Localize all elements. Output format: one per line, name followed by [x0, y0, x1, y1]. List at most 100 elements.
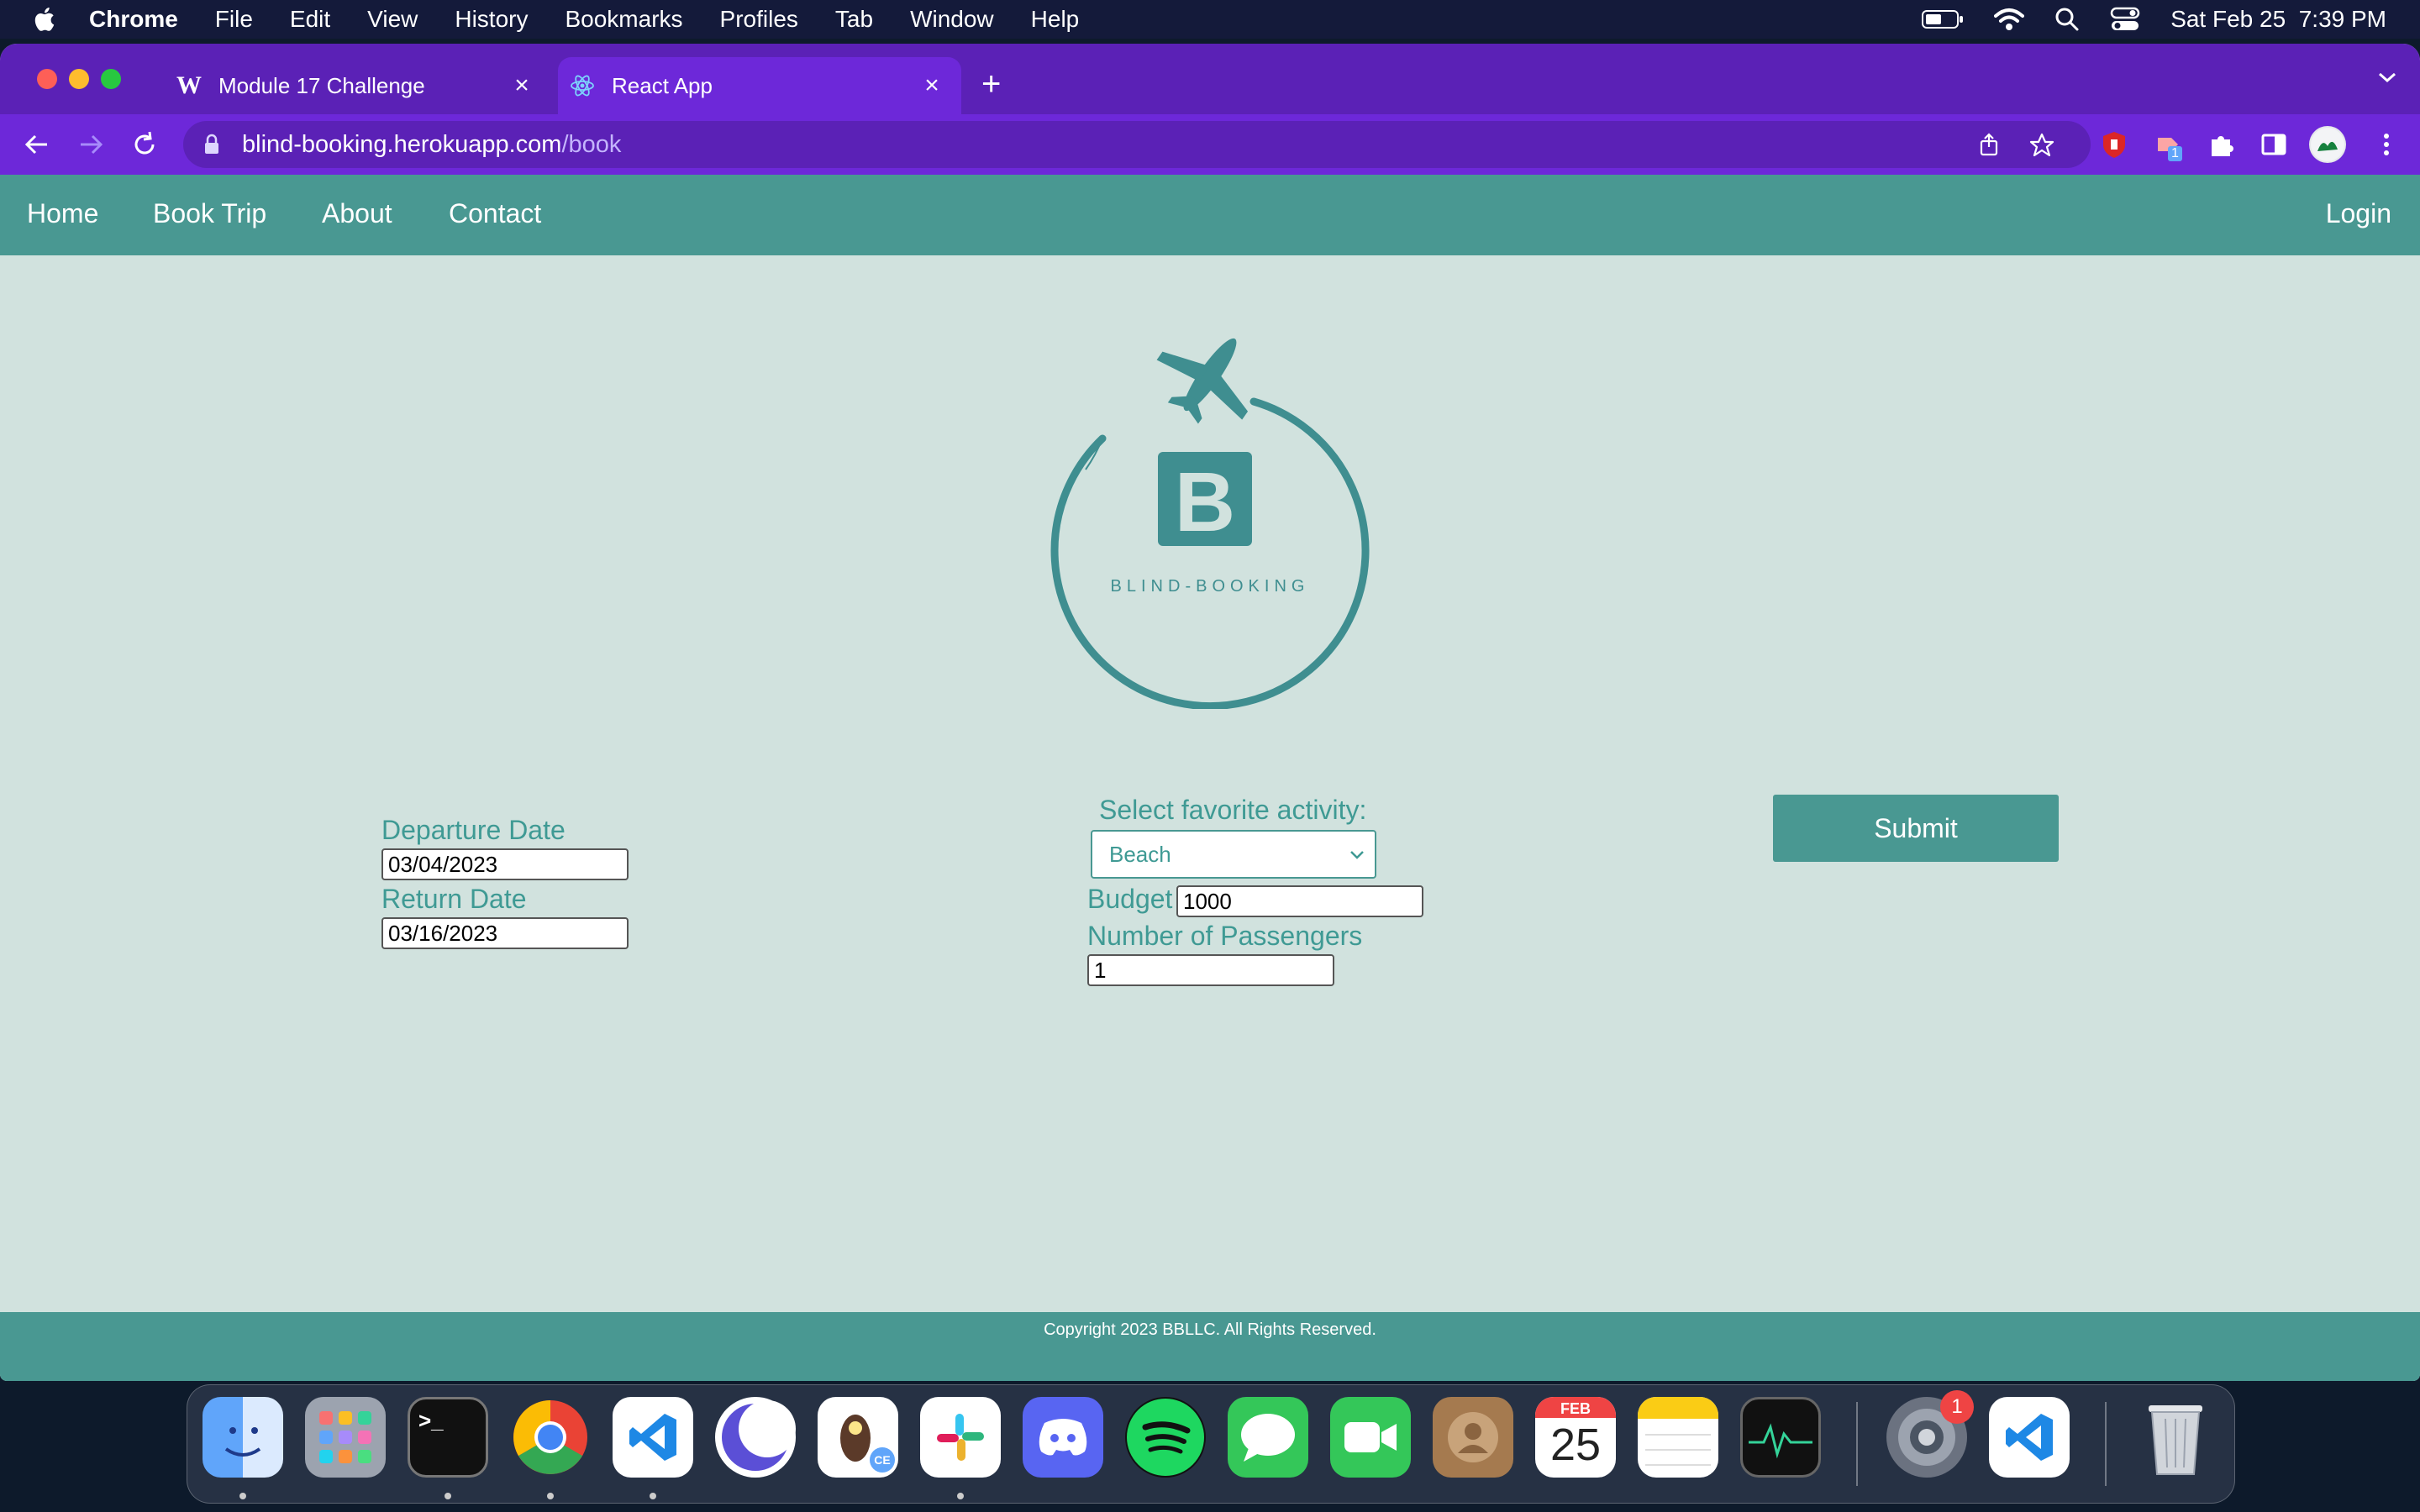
tab-close-icon[interactable]: × [509, 71, 534, 100]
extension-with-badge-icon[interactable]: 1 [2153, 129, 2183, 161]
nav-about-link[interactable]: About [322, 198, 392, 229]
budget-input[interactable] [1176, 885, 1423, 917]
zoom-window-button[interactable] [101, 69, 121, 89]
battery-icon[interactable] [1922, 8, 1964, 30]
dock-running-indicator [650, 1493, 656, 1499]
url-host: blind-booking.herokuapp.com [242, 130, 562, 158]
tab-title: React App [612, 72, 713, 98]
vscode-icon[interactable] [1989, 1397, 2070, 1478]
passengers-label: Number of Passengers [1087, 921, 1363, 951]
menu-profiles[interactable]: Profiles [720, 6, 798, 33]
bookmark-star-icon[interactable] [2028, 132, 2055, 159]
new-tab-button[interactable]: + [981, 67, 1001, 101]
departure-date-input[interactable] [381, 848, 629, 880]
menu-window[interactable]: Window [910, 6, 994, 33]
trash-icon[interactable] [2135, 1397, 2216, 1478]
menubar-status-area: Sat Feb 25 7:39 PM [1922, 0, 2386, 39]
facetime-icon[interactable] [1330, 1397, 1411, 1478]
tableplus-icon[interactable]: CE [818, 1397, 898, 1478]
nav-book-trip-link[interactable]: Book Trip [153, 198, 266, 229]
calendar-icon[interactable]: FEB 25 [1535, 1397, 1616, 1478]
submit-button[interactable]: Submit [1773, 795, 2059, 862]
site-footer: Copyright 2023 BBLLC. All Rights Reserve… [0, 1312, 2420, 1381]
tableplus-badge: CE [870, 1447, 895, 1473]
slack-icon[interactable] [920, 1397, 1001, 1478]
return-date-label: Return Date [381, 884, 527, 914]
chrome-icon[interactable] [510, 1397, 591, 1478]
share-icon[interactable] [1976, 132, 2002, 157]
discord-icon[interactable] [1023, 1397, 1103, 1478]
wifi-icon[interactable] [1994, 8, 2025, 31]
kebab-menu-icon[interactable] [2371, 129, 2402, 160]
menubar-app-name[interactable]: Chrome [89, 6, 178, 33]
dock-separator [1856, 1402, 1858, 1486]
puzzle-extensions-icon[interactable] [2207, 129, 2237, 160]
close-window-button[interactable] [37, 69, 57, 89]
wikipedia-favicon: W [176, 71, 202, 99]
booking-page: B BLIND-BOOKING Departure Date Return Da… [0, 255, 2420, 1356]
messages-icon[interactable] [1228, 1397, 1308, 1478]
control-center-icon[interactable] [2110, 7, 2140, 32]
notes-icon[interactable] [1638, 1397, 1718, 1478]
tab-strip: W Module 17 Challenge × React App × + [0, 44, 2420, 114]
finder-icon[interactable] [203, 1397, 283, 1478]
terminal-prompt: >_ [418, 1408, 444, 1433]
tab-title: Module 17 Challenge [218, 72, 425, 98]
site-navbar: Home Book Trip About Contact Login [0, 175, 2420, 255]
activity-label: Select favorite activity: [1099, 795, 1367, 825]
tab-module-17-challenge[interactable]: W Module 17 Challenge × [165, 57, 551, 114]
vscode-icon[interactable] [613, 1397, 693, 1478]
profile-avatar[interactable] [2309, 126, 2346, 163]
apple-icon[interactable] [30, 4, 60, 34]
moon-app-icon[interactable] [715, 1397, 796, 1478]
menu-history[interactable]: History [455, 6, 528, 33]
search-icon[interactable] [2054, 7, 2080, 32]
dock-running-indicator [445, 1493, 451, 1499]
dock-running-indicator [239, 1493, 246, 1499]
menu-bookmarks[interactable]: Bookmarks [565, 6, 682, 33]
address-bar[interactable]: blind-booking.herokuapp.com /book [183, 121, 2091, 168]
macos-dock: >_ CE FEB 25 1 [187, 1384, 2235, 1504]
blind-booking-logo: B BLIND-BOOKING [1034, 323, 1386, 711]
minimize-window-button[interactable] [69, 69, 89, 89]
forward-arrow-icon[interactable] [76, 129, 106, 160]
calendar-month: FEB [1535, 1397, 1616, 1418]
tab-close-icon[interactable]: × [919, 71, 944, 100]
spotify-icon[interactable] [1125, 1397, 1206, 1478]
ublock-extension-icon[interactable] [2099, 129, 2129, 160]
logo-wordmark: BLIND-BOOKING [1111, 577, 1310, 596]
dock-running-indicator [547, 1493, 554, 1499]
reload-icon[interactable] [129, 129, 160, 160]
nav-login-link[interactable]: Login [2326, 198, 2391, 229]
settings-notification-badge: 1 [1940, 1390, 1974, 1424]
logo-monogram: B [1175, 455, 1235, 549]
return-date-input[interactable] [381, 917, 629, 949]
react-icon [570, 73, 595, 98]
back-arrow-icon[interactable] [22, 129, 52, 160]
activity-select[interactable]: Beach [1091, 830, 1376, 879]
system-settings-icon[interactable]: 1 [1886, 1390, 1974, 1478]
browser-window: W Module 17 Challenge × React App × + bl… [0, 44, 2420, 1381]
launchpad-icon[interactable] [305, 1397, 386, 1478]
side-panel-icon[interactable] [2259, 129, 2289, 160]
copyright-text: Copyright 2023 BBLLC. All Rights Reserve… [1044, 1320, 1376, 1339]
menu-edit[interactable]: Edit [290, 6, 330, 33]
nav-contact-link[interactable]: Contact [449, 198, 541, 229]
menu-view[interactable]: View [367, 6, 418, 33]
menu-file[interactable]: File [215, 6, 253, 33]
menubar-clock[interactable]: Sat Feb 25 7:39 PM [2170, 6, 2386, 33]
menu-tab[interactable]: Tab [835, 6, 873, 33]
activity-selected-value: Beach [1109, 841, 1171, 867]
chevron-down-icon[interactable] [2376, 69, 2398, 86]
extension-badge: 1 [2168, 146, 2182, 161]
dock-separator [2105, 1402, 2107, 1486]
chevron-down-icon [1350, 851, 1364, 859]
nav-home-link[interactable]: Home [27, 198, 98, 229]
contacts-icon[interactable] [1433, 1397, 1513, 1478]
terminal-icon[interactable]: >_ [408, 1397, 488, 1478]
activity-monitor-icon[interactable] [1740, 1397, 1821, 1478]
menu-help[interactable]: Help [1031, 6, 1080, 33]
tab-react-app[interactable]: React App × [558, 57, 961, 114]
passengers-input[interactable] [1087, 954, 1334, 986]
lock-icon[interactable] [203, 134, 220, 155]
